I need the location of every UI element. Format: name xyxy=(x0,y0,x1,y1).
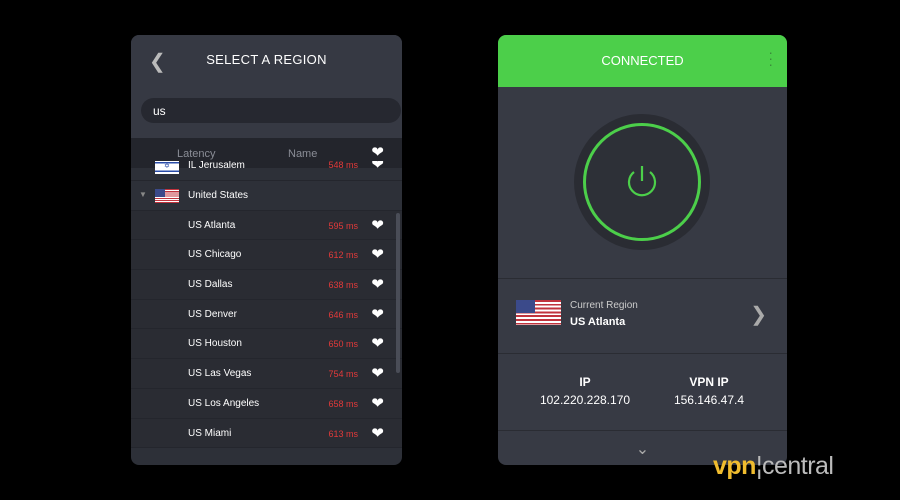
latency: 595 ms xyxy=(328,220,358,231)
region-value: US Atlanta xyxy=(570,316,626,328)
us-flag-icon xyxy=(516,300,561,325)
region-row[interactable]: US Houston 650 ms ❤ xyxy=(131,329,402,360)
connection-panel: CONNECTED · · · Current Region US Atlanta … xyxy=(498,35,787,465)
favorite-heart-icon[interactable]: ❤ xyxy=(371,305,384,323)
region-name: IL Jerusalem xyxy=(188,161,245,171)
current-region[interactable]: Current Region US Atlanta ❯ xyxy=(498,279,787,354)
page-title: SELECT A REGION xyxy=(206,52,327,67)
region-row[interactable]: US Los Angeles 658 ms ❤ xyxy=(131,388,402,419)
scrollbar[interactable] xyxy=(396,213,400,373)
region-row[interactable]: US Atlanta 595 ms ❤ xyxy=(131,210,402,241)
region-name: United States xyxy=(188,190,249,201)
watermark-logo: vpn¦central xyxy=(713,452,834,480)
chevron-right-icon[interactable]: ❯ xyxy=(750,302,767,327)
ip-value: 102.220.228.170 xyxy=(539,393,631,407)
vpn-ip-label: VPN IP xyxy=(689,375,729,389)
country-group-row[interactable]: ▼ United States xyxy=(131,181,402,211)
power-button-outer xyxy=(574,114,710,250)
power-area xyxy=(498,87,787,279)
latency: 638 ms xyxy=(328,280,358,291)
favorite-heart-icon[interactable]: ❤ xyxy=(371,334,384,352)
region-name: US Chicago xyxy=(188,249,242,261)
region-row[interactable]: US Dallas 638 ms ❤ xyxy=(131,270,402,300)
power-button[interactable] xyxy=(583,123,701,241)
latency: 613 ms xyxy=(328,428,358,439)
status-header: CONNECTED · · · xyxy=(498,35,787,87)
region-row[interactable]: US Chicago 612 ms ❤ xyxy=(131,240,402,271)
ip-label: IP xyxy=(579,375,591,389)
favorite-heart-icon[interactable]: ❤ xyxy=(371,364,384,382)
vpn-ip-value: 156.146.47.4 xyxy=(673,393,745,407)
latency: 612 ms xyxy=(328,250,358,261)
favorites-heart-icon[interactable]: ❤ xyxy=(371,143,384,161)
region-select-panel: ❮ SELECT A REGION Latency Name ❤ IL Jeru… xyxy=(131,35,402,465)
usa-flag-icon xyxy=(155,189,179,203)
more-menu-icon[interactable]: · · · xyxy=(768,45,773,71)
region-name: US Los Angeles xyxy=(188,397,260,409)
region-name: US Miami xyxy=(188,427,232,439)
region-label: Current Region xyxy=(570,300,638,311)
search-input[interactable] xyxy=(141,98,401,123)
latency: 754 ms xyxy=(328,369,358,380)
region-name: US Las Vegas xyxy=(188,368,252,380)
favorite-heart-icon[interactable]: ❤ xyxy=(371,394,384,412)
latency: 646 ms xyxy=(328,309,358,320)
sort-latency[interactable]: Latency xyxy=(177,148,216,160)
israel-flag-icon xyxy=(155,161,179,174)
ip-info: IP 102.220.228.170 VPN IP 156.146.47.4 xyxy=(498,354,787,431)
favorite-heart-icon[interactable]: ❤ xyxy=(371,245,384,263)
region-list: IL Jerusalem 548 ms ❤ ▼ United States US Atla… xyxy=(131,161,402,465)
latency: 658 ms xyxy=(328,398,358,409)
region-name: US Denver xyxy=(188,308,237,320)
favorite-heart-icon[interactable]: ❤ xyxy=(371,161,384,173)
latency: 548 ms xyxy=(328,161,358,170)
region-row[interactable]: IL Jerusalem 548 ms ❤ xyxy=(131,161,402,181)
region-header: ❮ SELECT A REGION xyxy=(131,35,402,88)
region-row[interactable]: US Denver 646 ms ❤ xyxy=(131,299,402,330)
region-row[interactable]: US Las Vegas 754 ms ❤ xyxy=(131,359,402,389)
latency: 650 ms xyxy=(328,339,358,350)
region-row[interactable]: US Miami 613 ms ❤ xyxy=(131,418,402,449)
region-name: US Houston xyxy=(188,338,242,350)
favorite-heart-icon[interactable]: ❤ xyxy=(371,216,384,234)
power-icon xyxy=(627,166,657,197)
region-name: US Atlanta xyxy=(188,219,236,231)
favorite-heart-icon[interactable]: ❤ xyxy=(371,424,384,442)
favorite-heart-icon[interactable]: ❤ xyxy=(371,275,384,293)
region-name: US Dallas xyxy=(188,279,233,291)
connection-status: CONNECTED xyxy=(601,53,684,68)
search-area xyxy=(131,88,402,138)
expand-caret-icon[interactable]: ▼ xyxy=(139,190,147,199)
sort-name[interactable]: Name xyxy=(288,148,317,160)
